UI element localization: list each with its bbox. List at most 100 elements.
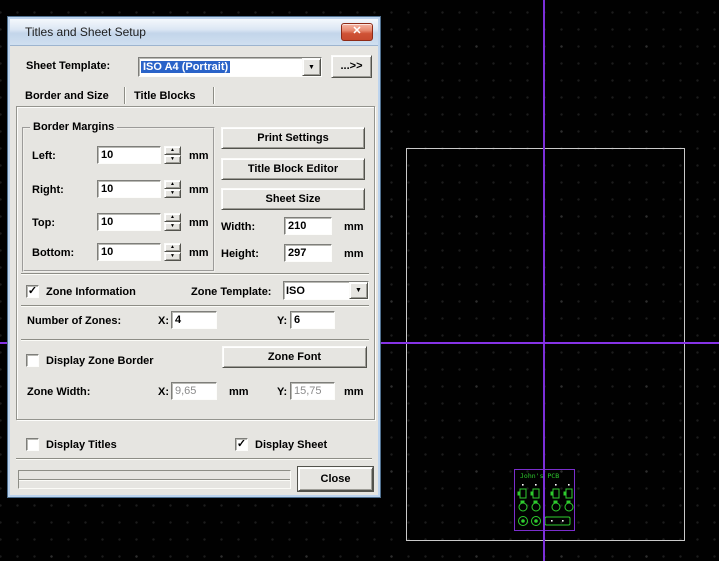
- zones-x-label: X:: [158, 315, 169, 327]
- spin-up-button[interactable]: ▲: [164, 213, 181, 222]
- zone-width-label: Zone Width:: [27, 386, 91, 398]
- dialog-body: Sheet Template: ISO A4 (Portrait) ▼ ...>…: [10, 46, 378, 494]
- separator: [21, 273, 369, 275]
- spin-up-button[interactable]: ▲: [164, 243, 181, 252]
- margin-top-label: Top:: [32, 217, 56, 229]
- zone-information-checkbox[interactable]: ✓: [26, 285, 39, 298]
- arrow-up-icon: ▲: [170, 244, 175, 250]
- chevron-down-icon: ▼: [308, 63, 315, 71]
- zones-y-input[interactable]: 6: [290, 311, 335, 329]
- crosshair-vertical-line: [543, 0, 545, 561]
- zone-template-label: Zone Template:: [191, 286, 272, 298]
- zones-y-label: Y:: [277, 315, 288, 327]
- border-and-size-tab-page: Border Margins Left: 10 ▲ ▼ mm Right: 10…: [16, 106, 375, 420]
- zone-width-x-input: 9,65: [171, 382, 217, 400]
- margin-left-label: Left:: [32, 150, 56, 162]
- width-input[interactable]: 210: [284, 217, 332, 235]
- close-button[interactable]: ✕: [341, 23, 373, 41]
- status-strip: [18, 470, 291, 489]
- zone-information-label: Zone Information: [46, 286, 136, 298]
- margin-right-input[interactable]: 10: [97, 180, 161, 198]
- separator: [21, 305, 369, 307]
- margin-bottom-input[interactable]: 10: [97, 243, 161, 261]
- zone-width-y-input: 15,75: [290, 382, 335, 400]
- margin-bottom-label: Bottom:: [32, 247, 75, 259]
- zone-template-dropdown-button[interactable]: ▼: [349, 282, 368, 299]
- margin-top-input[interactable]: 10: [97, 213, 161, 231]
- arrow-up-icon: ▲: [170, 214, 175, 220]
- zone-template-combobox[interactable]: ISO ▼: [283, 281, 369, 300]
- template-more-button[interactable]: ...>>: [331, 55, 372, 78]
- spin-up-button[interactable]: ▲: [164, 180, 181, 189]
- margin-right-unit: mm: [189, 184, 209, 196]
- display-titles-checkbox[interactable]: [26, 438, 39, 451]
- arrow-up-icon: ▲: [170, 181, 175, 187]
- tab-border-and-size[interactable]: Border and Size: [25, 89, 109, 103]
- zone-template-value: ISO: [286, 285, 305, 297]
- margin-top-spinner: ▲ ▼: [164, 213, 181, 231]
- spin-down-button[interactable]: ▼: [164, 155, 181, 164]
- zone-font-button[interactable]: Zone Font: [222, 346, 367, 368]
- margin-right-spinner: ▲ ▼: [164, 180, 181, 198]
- margin-bottom-spinner: ▲ ▼: [164, 243, 181, 261]
- margin-top-unit: mm: [189, 217, 209, 229]
- zone-width-y-unit: mm: [344, 386, 364, 398]
- print-settings-button[interactable]: Print Settings: [221, 127, 365, 149]
- display-sheet-label: Display Sheet: [255, 439, 328, 451]
- chevron-down-icon: ▼: [355, 287, 362, 294]
- arrow-down-icon: ▼: [170, 223, 175, 229]
- display-sheet-checkbox[interactable]: ✓: [235, 438, 248, 451]
- pcb-pads: [522, 484, 570, 522]
- tab-title-blocks[interactable]: Title Blocks: [134, 89, 196, 103]
- arrow-down-icon: ▼: [170, 190, 175, 196]
- zones-x-input[interactable]: 4: [171, 311, 217, 329]
- arrow-down-icon: ▼: [170, 156, 175, 162]
- width-label: Width:: [221, 221, 256, 233]
- tab-divider: [124, 87, 126, 104]
- height-label: Height:: [221, 248, 259, 260]
- pcb-editor-canvas[interactable]: John's PCB Titles and Sheet Setup ✕ Shee…: [0, 0, 719, 561]
- separator: [16, 458, 372, 460]
- margin-bottom-unit: mm: [189, 247, 209, 259]
- dialog-title: Titles and Sheet Setup: [25, 25, 146, 39]
- display-zone-border-checkbox[interactable]: [26, 354, 39, 367]
- close-icon: ✕: [352, 25, 362, 37]
- width-unit: mm: [344, 221, 364, 233]
- status-strip-groove: [19, 479, 290, 481]
- check-icon: ✓: [236, 438, 247, 450]
- titles-sheet-setup-dialog: Titles and Sheet Setup ✕ Sheet Template:…: [7, 16, 381, 498]
- zone-width-y-label: Y:: [277, 386, 288, 398]
- zone-width-x-label: X:: [158, 386, 169, 398]
- margin-left-input[interactable]: 10: [97, 146, 161, 164]
- title-block-editor-button[interactable]: Title Block Editor: [221, 158, 365, 180]
- separator: [21, 339, 369, 341]
- display-zone-border-label: Display Zone Border: [46, 355, 154, 367]
- arrow-down-icon: ▼: [170, 253, 175, 259]
- spin-down-button[interactable]: ▼: [164, 252, 181, 261]
- dialog-titlebar[interactable]: Titles and Sheet Setup ✕: [10, 19, 378, 46]
- close-dialog-button[interactable]: Close: [297, 466, 374, 492]
- margin-right-label: Right:: [32, 184, 64, 196]
- sheet-size-button[interactable]: Sheet Size: [221, 188, 365, 210]
- pcb-board-label: John's PCB: [520, 472, 559, 480]
- sheet-template-label: Sheet Template:: [26, 60, 111, 72]
- margin-left-unit: mm: [189, 150, 209, 162]
- border-margins-group: Border Margins Left: 10 ▲ ▼ mm Right: 10…: [22, 121, 215, 272]
- arrow-up-icon: ▲: [170, 147, 175, 153]
- check-icon: ✓: [27, 285, 38, 297]
- margin-left-spinner: ▲ ▼: [164, 146, 181, 164]
- zone-width-x-unit: mm: [229, 386, 249, 398]
- display-titles-label: Display Titles: [46, 439, 117, 451]
- spin-down-button[interactable]: ▼: [164, 189, 181, 198]
- sheet-template-dropdown-button[interactable]: ▼: [302, 58, 321, 76]
- border-margins-group-title: Border Margins: [30, 121, 118, 133]
- spin-down-button[interactable]: ▼: [164, 222, 181, 231]
- sheet-template-value: ISO A4 (Portrait): [141, 61, 231, 73]
- spin-up-button[interactable]: ▲: [164, 146, 181, 155]
- pcb-components: [517, 488, 574, 526]
- number-of-zones-label: Number of Zones:: [27, 315, 122, 327]
- sheet-template-combobox[interactable]: ISO A4 (Portrait) ▼: [138, 57, 322, 77]
- tab-divider: [213, 87, 215, 104]
- height-input[interactable]: 297: [284, 244, 332, 262]
- height-unit: mm: [344, 248, 364, 260]
